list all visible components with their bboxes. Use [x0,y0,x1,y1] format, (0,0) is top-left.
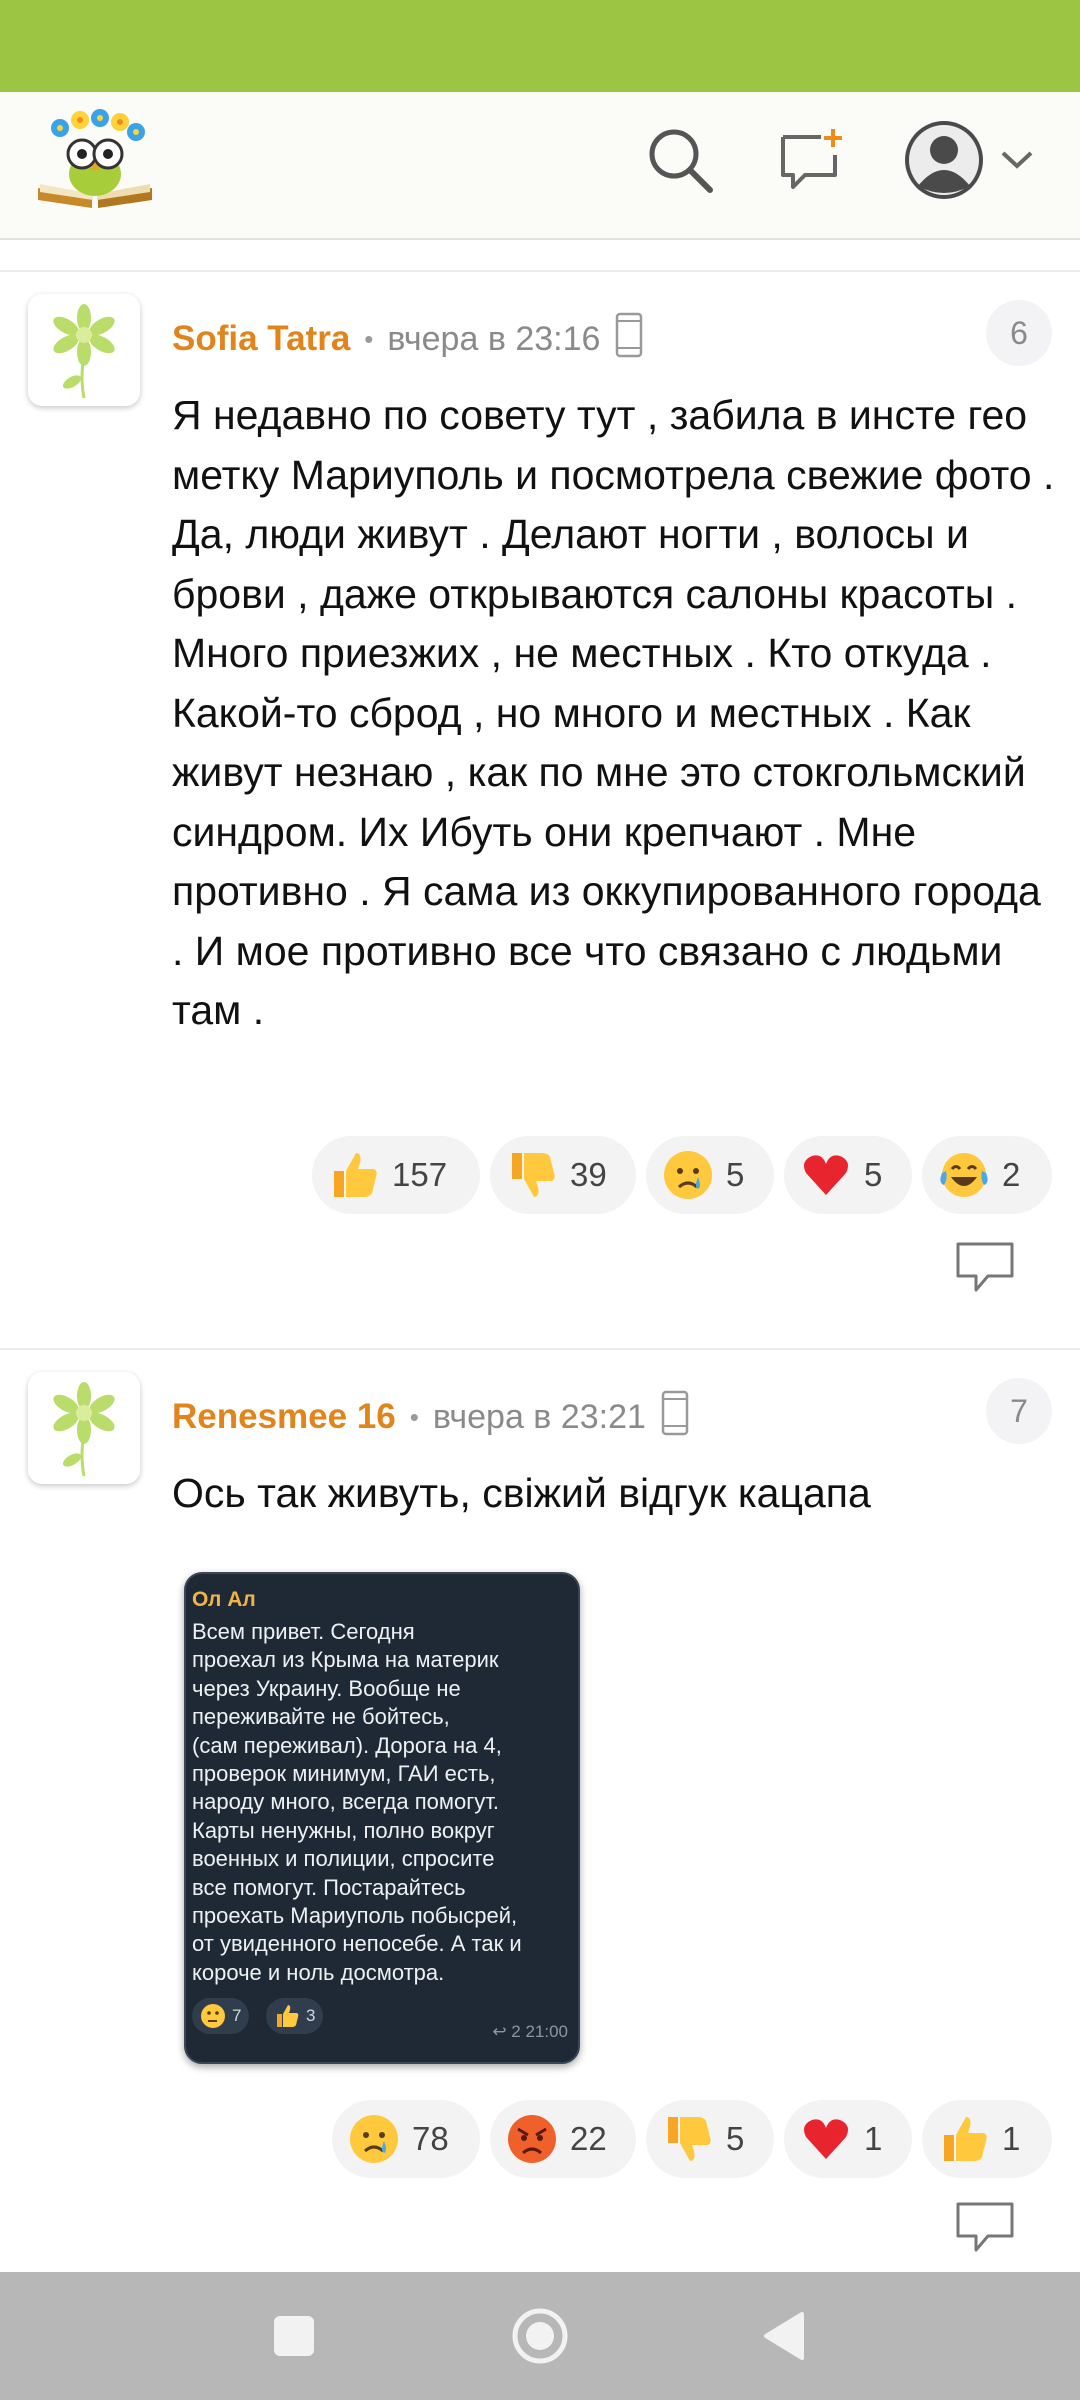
meta-separator: • [409,1401,419,1432]
reactions-bar: 78 22 5 1 1 [0,2100,1080,2180]
reply-bubble-icon [954,2202,1016,2258]
comment-text: Я недавно по совету тут , забила в инсте… [172,392,1055,1033]
thumbs-down-icon [504,1147,560,1203]
comment-meta: Renesmee 16 • вчера в 23:21 [172,1390,690,1445]
comment-number: 6 [986,300,1052,366]
reply-bubble-icon [954,1242,1016,1298]
book-owl-logo[interactable] [30,106,160,216]
angry-face-icon [504,2111,560,2167]
tears-of-joy-icon [936,1147,992,1203]
reaction-angry[interactable]: 22 [490,2100,636,2178]
reaction-crying[interactable]: 5 [646,1136,774,1214]
comment-time: вчера в 23:16 [387,319,601,358]
status-bar [0,0,1080,92]
reaction-heart[interactable]: 5 [784,1136,912,1214]
recent-apps-button[interactable] [272,2314,316,2363]
reaction-count: 2 [1002,1156,1021,1193]
avatar[interactable] [28,294,140,406]
system-navigation-bar [0,2272,1080,2400]
mobile-phone-icon [660,1390,690,1445]
chat-plus-icon [777,125,847,200]
comment-meta: Sofia Tatra • вчера в 23:16 [172,312,644,367]
author-name[interactable]: Sofia Tatra [172,319,350,359]
red-heart-icon [798,1147,854,1203]
reaction-count: 1 [1002,2120,1021,2157]
reaction-tears-of-joy[interactable]: 2 [922,1136,1052,1214]
red-heart-icon [798,2111,854,2167]
search-icon [644,124,716,201]
thumbs-up-icon [274,2003,300,2029]
reaction-count: 7 [232,2006,242,2025]
reaction-count: 5 [726,2120,745,2157]
reaction-thumbs-up[interactable]: 1 [922,2100,1052,2178]
chevron-down-icon [1000,149,1034,176]
crying-face-icon [346,2111,402,2167]
comment-text: Ось так живуть, свіжий відгук кацапа [172,1470,871,1516]
reaction-count: 3 [306,2006,316,2025]
reaction-count: 78 [412,2120,449,2157]
circle-icon [512,2308,568,2368]
avatar-icon [902,118,986,207]
meta-separator: • [364,323,374,354]
reaction-heart[interactable]: 1 [784,2100,912,2178]
reactions-bar: 157 39 5 5 2 [0,1136,1080,1216]
reaction-crying[interactable]: 78 [332,2100,480,2178]
thumbs-up-icon [936,2111,992,2167]
attachment-author: Ол Ал [192,1588,256,1611]
divider [0,1348,1080,1350]
reaction-count: 5 [726,1156,745,1193]
thinking-face-icon [200,2003,226,2029]
reaction-thumbs-up[interactable]: 157 [312,1136,480,1214]
attachment-text: Всем привет. Сегодня проехал из Крыма на… [192,1619,522,1985]
divider [0,270,1080,272]
author-name[interactable]: Renesmee 16 [172,1397,396,1437]
reaction-count: 39 [570,1156,607,1193]
attached-image[interactable]: Ол Ал Всем привет. Сегодня проехал из Кр… [184,1572,580,2064]
reaction-count: 22 [570,2120,607,2157]
avatar[interactable] [28,1372,140,1484]
thumbs-up-icon [326,1147,382,1203]
attachment-meta: ↩ 2 21:00 [492,2022,568,2041]
reaction-thumbs-down[interactable]: 5 [646,2100,774,2178]
profile-menu-button[interactable] [898,120,1038,204]
comment-number: 7 [986,1378,1052,1444]
back-button[interactable] [762,2310,806,2367]
thumbs-down-icon [660,2111,716,2167]
reply-button[interactable] [954,1240,1016,1294]
search-button[interactable] [640,122,720,202]
mobile-phone-icon [614,312,644,367]
comment-time: вчера в 23:21 [432,1397,646,1436]
reaction-thumbs-down[interactable]: 39 [490,1136,636,1214]
reply-button[interactable] [954,2200,1016,2254]
new-post-button[interactable] [772,122,852,202]
reaction-count: 1 [864,2120,883,2157]
home-button[interactable] [512,2308,568,2369]
square-icon [272,2316,316,2362]
attachment-reaction-thumbs-up: 3 [266,1998,324,2034]
back-triangle-icon [762,2312,806,2366]
reaction-count: 157 [392,1156,448,1193]
app-header [0,92,1080,240]
crying-face-icon [660,1147,716,1203]
reaction-count: 5 [864,1156,883,1193]
attachment-reaction-thinking: 7 [192,1998,250,2034]
